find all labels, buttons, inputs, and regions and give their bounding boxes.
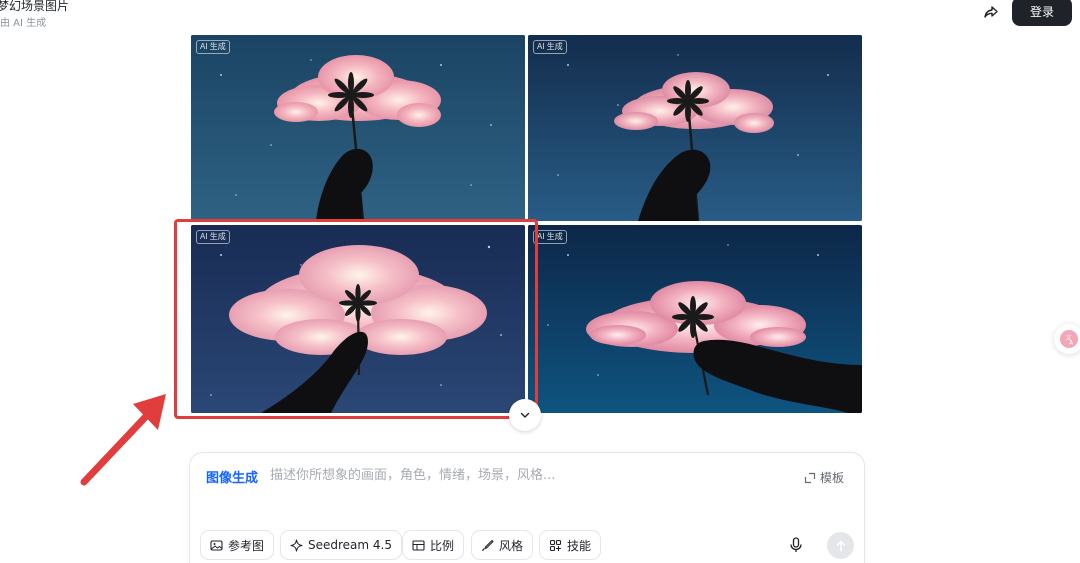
generated-image-1[interactable]: AI 生成 bbox=[191, 35, 525, 221]
skills-button[interactable]: 技能 bbox=[539, 530, 602, 560]
style-button[interactable]: 风格 bbox=[471, 530, 534, 560]
sparkle-icon bbox=[290, 538, 303, 552]
template-button[interactable]: 模板 bbox=[804, 469, 844, 486]
mode-selector[interactable]: 图像生成 bbox=[206, 467, 258, 486]
chevron-down-icon bbox=[519, 409, 531, 421]
send-button[interactable] bbox=[827, 532, 854, 559]
style-label: 风格 bbox=[499, 538, 524, 553]
share-icon bbox=[983, 4, 999, 20]
generated-image-2[interactable]: AI 生成 bbox=[528, 35, 862, 221]
reference-image-button[interactable]: 参考图 bbox=[200, 530, 275, 560]
skills-label: 技能 bbox=[567, 538, 592, 553]
voice-input-button[interactable] bbox=[787, 536, 805, 554]
ai-generated-badge: AI 生成 bbox=[533, 230, 567, 244]
arrow-up-icon bbox=[835, 540, 847, 552]
ai-generated-badge: AI 生成 bbox=[196, 230, 230, 244]
template-label: 模板 bbox=[820, 471, 845, 485]
prompt-input[interactable] bbox=[270, 463, 770, 487]
brush-icon bbox=[481, 539, 494, 552]
model-label: Seedream 4.5 bbox=[308, 538, 392, 552]
expand-icon bbox=[804, 472, 816, 484]
generated-image-3[interactable]: AI 生成 bbox=[191, 225, 525, 413]
ai-generated-badge: AI 生成 bbox=[196, 40, 230, 54]
microphone-icon bbox=[789, 537, 803, 553]
aspect-ratio-button[interactable]: 比例 bbox=[402, 530, 465, 560]
login-button[interactable]: 登录 bbox=[1012, 0, 1072, 26]
aspect-ratio-icon bbox=[412, 539, 425, 552]
page-subtitle: 由 AI 生成 bbox=[0, 18, 47, 29]
page-title: 梦幻场景图片 bbox=[0, 0, 70, 13]
generated-image-4[interactable]: AI 生成 bbox=[528, 225, 862, 413]
translate-button[interactable]: 文A bbox=[1054, 324, 1080, 354]
annotation-arrow bbox=[80, 394, 166, 486]
grid-icon bbox=[549, 539, 562, 552]
aspect-ratio-label: 比例 bbox=[430, 538, 455, 553]
collapse-button[interactable] bbox=[509, 399, 541, 431]
translate-icon: 文A bbox=[1059, 329, 1079, 349]
share-button[interactable] bbox=[979, 0, 1003, 24]
model-selector-button[interactable]: Seedream 4.5 bbox=[280, 530, 402, 560]
reference-image-label: 参考图 bbox=[228, 538, 265, 553]
image-icon bbox=[210, 539, 223, 552]
ai-generated-badge: AI 生成 bbox=[533, 40, 567, 54]
prompt-composer: 图像生成 模板 参考图 Seedream 4.5 比例 风格 技能 bbox=[189, 452, 865, 563]
